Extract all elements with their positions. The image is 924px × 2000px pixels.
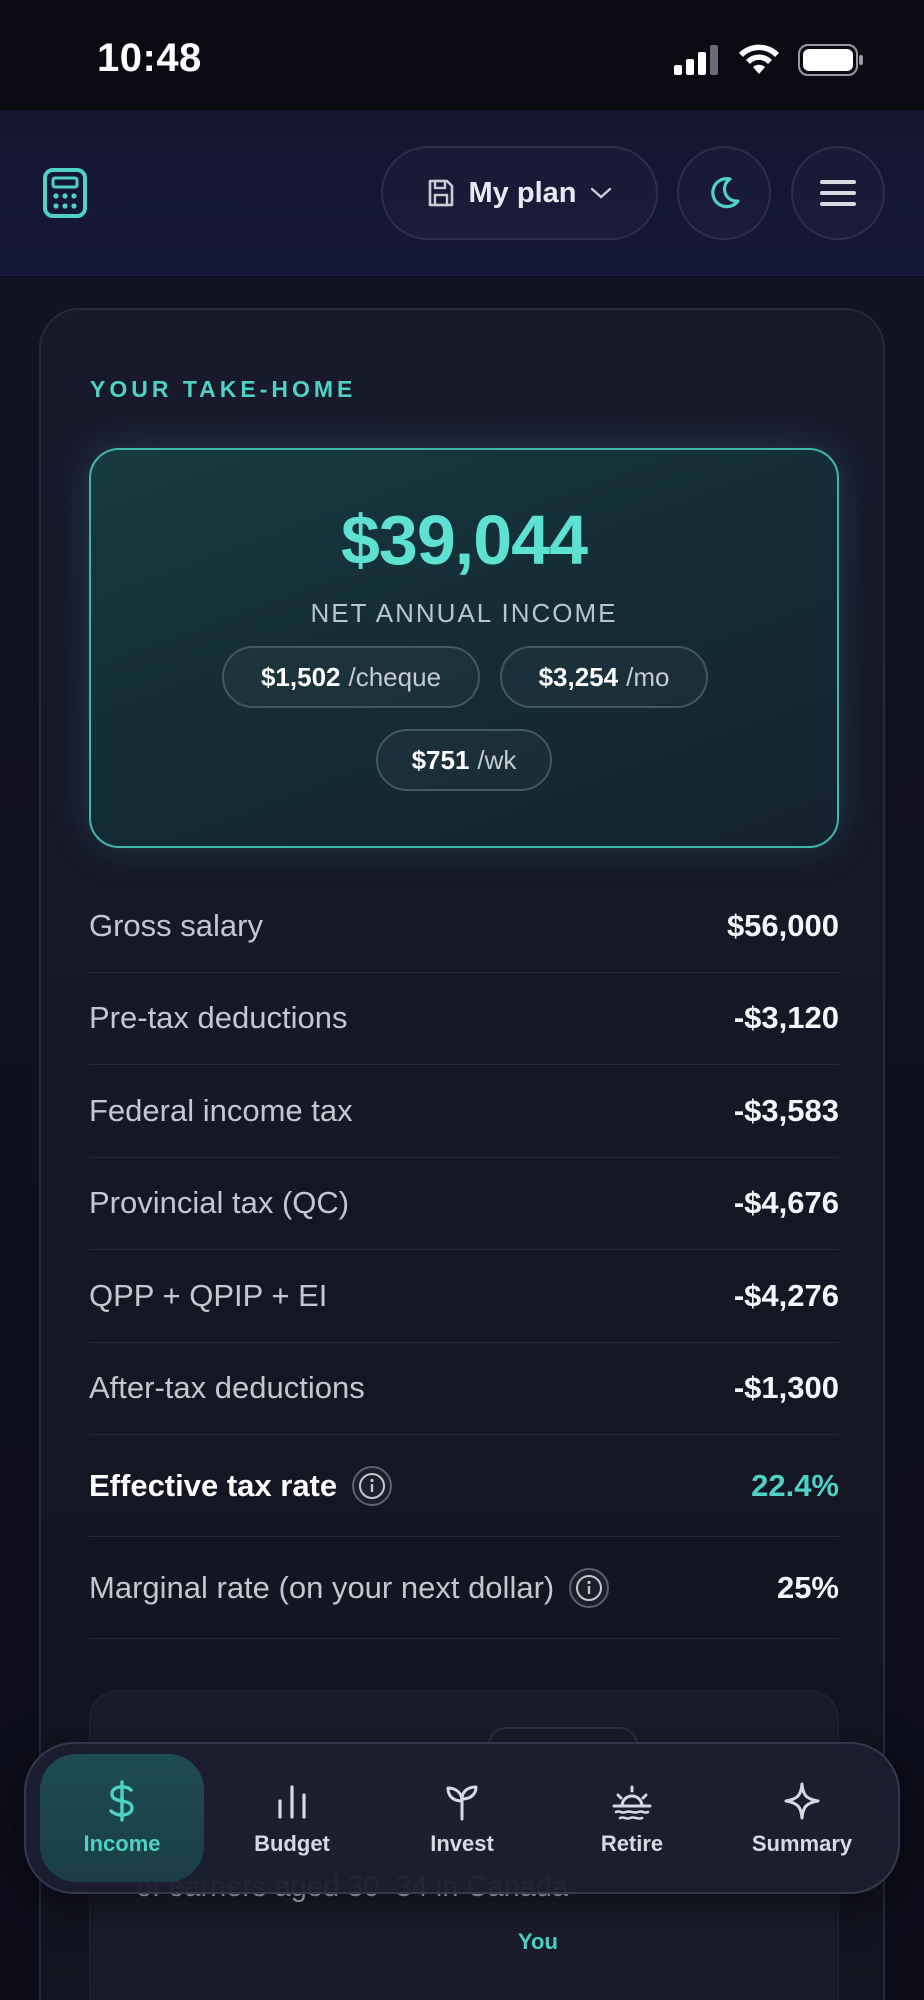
pill-unit: /wk: [477, 744, 517, 775]
breakdown-list: Gross salary $56,000 Pre-tax deductions …: [89, 880, 839, 1639]
row-label: Federal income tax: [89, 1092, 353, 1128]
info-icon[interactable]: [568, 1567, 610, 1609]
info-icon[interactable]: [351, 1465, 393, 1507]
row-value: -$4,676: [733, 1185, 839, 1221]
status-time: 10:48: [97, 36, 202, 80]
tab-retire[interactable]: Retire: [550, 1754, 714, 1882]
plan-selector[interactable]: My plan: [381, 146, 658, 240]
status-icons: [674, 44, 864, 76]
row-value: 25%: [776, 1569, 839, 1605]
tab-label: Summary: [751, 1831, 853, 1856]
app-header: My plan: [0, 110, 924, 276]
per-cheque-pill[interactable]: $1,502 /cheque: [222, 646, 480, 708]
tab-income[interactable]: Income: [40, 1754, 204, 1882]
sunset-icon: [612, 1785, 652, 1820]
signal-icon: [674, 45, 718, 75]
tab-label: Retire: [600, 1831, 664, 1856]
pill-unit: /mo: [626, 661, 670, 692]
breakdown-row-gross-salary: Gross salary $56,000: [89, 880, 839, 973]
tab-label: Invest: [430, 1831, 494, 1856]
pill-unit: /cheque: [348, 661, 442, 692]
row-label: Gross salary: [89, 907, 263, 943]
row-value: -$3,583: [733, 1092, 839, 1128]
calculator-icon[interactable]: [42, 168, 88, 218]
tab-summary[interactable]: Summary: [720, 1754, 884, 1882]
row-label-wrap: Effective tax rate: [89, 1465, 393, 1507]
net-annual-amount: $39,044: [340, 501, 588, 579]
hamburger-menu-icon: [820, 180, 856, 206]
pill-amount: $3,254: [538, 661, 619, 692]
status-bar: 10:48: [0, 0, 924, 110]
pill-amount: $751: [411, 744, 470, 775]
tab-budget[interactable]: Budget: [210, 1754, 374, 1882]
row-label: After-tax deductions: [89, 1370, 365, 1406]
pill-amount: $1,502: [260, 661, 341, 692]
per-month-pill[interactable]: $3,254 /mo: [500, 646, 708, 708]
moon-icon: [711, 177, 740, 209]
wifi-icon: [739, 44, 779, 74]
row-value: -$4,276: [733, 1277, 839, 1313]
row-value: -$3,120: [733, 1000, 839, 1036]
tab-label: Budget: [254, 1831, 330, 1856]
breakdown-row-effective-rate: Effective tax rate 22.4%: [89, 1435, 839, 1537]
sparkle-icon: [784, 1782, 820, 1820]
row-label: QPP + QPIP + EI: [89, 1277, 328, 1313]
menu-button[interactable]: [791, 146, 885, 240]
breakdown-row-pre-tax: Pre-tax deductions -$3,120: [89, 973, 839, 1065]
row-label: Provincial tax (QC): [89, 1185, 350, 1221]
theme-toggle-button[interactable]: [677, 146, 771, 240]
row-label-wrap: Marginal rate (on your next dollar): [89, 1567, 610, 1609]
plan-label: My plan: [468, 176, 577, 209]
bar-chart-icon: [278, 1785, 306, 1819]
breakdown-row-marginal-rate: Marginal rate (on your next dollar) 25%: [89, 1537, 839, 1639]
tab-invest[interactable]: Invest: [380, 1754, 544, 1882]
tab-label: Income: [83, 1831, 161, 1856]
breakdown-row-provincial-tax: Provincial tax (QC) -$4,676: [89, 1158, 839, 1250]
breakdown-row-after-tax: After-tax deductions -$1,300: [89, 1343, 839, 1435]
net-income-hero: $39,044 NET ANNUAL INCOME $1,502 /cheque…: [89, 448, 839, 848]
sprout-icon: [446, 1785, 478, 1821]
breakdown-row-payroll: QPP + QPIP + EI -$4,276: [89, 1250, 839, 1343]
dollar-icon: [109, 1780, 134, 1822]
bottom-tab-bar: Income Budget Invest Retire Summary: [24, 1742, 900, 1894]
row-value: $56,000: [726, 907, 839, 943]
row-label: Pre-tax deductions: [89, 1000, 348, 1036]
battery-icon: [798, 44, 863, 76]
row-value: -$1,300: [733, 1370, 839, 1406]
section-eyebrow: YOUR TAKE-HOME: [90, 376, 357, 402]
row-label: Effective tax rate: [89, 1467, 338, 1503]
save-icon: [428, 179, 453, 207]
breakdown-row-federal-tax: Federal income tax -$3,583: [89, 1065, 839, 1158]
per-week-pill[interactable]: $751 /wk: [376, 729, 552, 791]
row-value: 22.4%: [751, 1467, 839, 1503]
net-annual-label: NET ANNUAL INCOME: [310, 598, 618, 628]
row-label: Marginal rate (on your next dollar): [89, 1569, 555, 1605]
you-marker-label: You: [518, 1929, 558, 1954]
chevron-down-icon: [591, 187, 612, 199]
